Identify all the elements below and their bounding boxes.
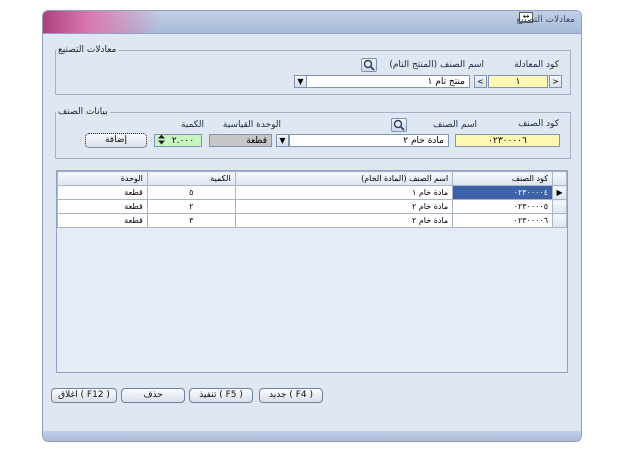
title-decoration (43, 11, 163, 33)
cell-unit[interactable]: قطعة (57, 185, 148, 200)
unit-label: الوحدة القياسية (222, 120, 281, 130)
quantity-spinner[interactable] (155, 134, 168, 147)
item-dropdown-button[interactable]: ▼ (276, 134, 289, 147)
product-name-field[interactable]: منتج تام ١ (305, 75, 470, 88)
prev-equation-button[interactable]: < (474, 75, 487, 88)
cell-item-code[interactable]: ٠٢٣٠٠٠٠٦ (452, 213, 554, 228)
product-search-button[interactable] (361, 58, 377, 72)
delete-button[interactable]: حذف (121, 388, 185, 403)
row-indicator (552, 199, 567, 214)
item-group-legend: بيانات الصنف (58, 107, 108, 117)
window-bottom-bar (43, 431, 581, 441)
unit-field: قطعة (209, 134, 272, 147)
manufacturing-equations-window: ↔ معادلات التصنيع معادلات التصنيع كود ال… (42, 10, 582, 442)
item-name-field[interactable]: مادة خام ٢ (289, 134, 449, 147)
cell-item-name[interactable]: مادة خام ٢ (234, 213, 454, 228)
table-row[interactable]: ٠٢٣٠٠٠٠٦ مادة خام ٢ ٣ قطعة (57, 213, 567, 228)
window-title: معادلات التصنيع (516, 15, 575, 25)
product-name-label: اسم الصنف (المنتج التام) (389, 60, 484, 70)
row-indicator-header (552, 171, 567, 186)
table-row[interactable]: ▶ ٠٢٣٠٠٠٠٤ مادة خام ١ ٥ قطعة (57, 185, 567, 200)
add-item-button[interactable]: إضافة (85, 133, 147, 148)
cell-quantity[interactable]: ٥ (146, 185, 236, 200)
product-dropdown-button[interactable]: ▼ (294, 75, 307, 88)
col-header-item-code[interactable]: كود الصنف (452, 171, 554, 186)
save-button[interactable]: تنفيذ ( F5 ) (189, 388, 253, 403)
cell-item-name[interactable]: مادة خام ١ (234, 185, 454, 200)
cell-item-name[interactable]: مادة خام ٢ (234, 199, 454, 214)
cell-quantity[interactable]: ٣ (146, 213, 236, 228)
search-icon (363, 59, 375, 71)
item-code-label: كود الصنف (518, 119, 559, 129)
table-row[interactable]: ٠٢٣٠٠٠٠٥ مادة خام ٢ ٢ قطعة (57, 199, 567, 214)
equation-group-legend: معادلات التصنيع (58, 45, 117, 55)
new-button[interactable]: جديد ( F4 ) (259, 388, 323, 403)
col-header-item-name[interactable]: اسم الصنف (المادة الخام) (234, 171, 454, 186)
row-indicator (552, 213, 567, 228)
item-code-field[interactable]: ٠٢٣٠٠٠٠٦ (455, 134, 560, 147)
item-name-label: اسم الصنف (433, 120, 477, 130)
spinner-arrows-icon (158, 134, 165, 145)
search-icon (393, 119, 405, 131)
cell-unit[interactable]: قطعة (57, 213, 148, 228)
quantity-label: الكمية (181, 120, 204, 130)
grid-header-row: كود الصنف اسم الصنف (المادة الخام) الكمي… (57, 171, 567, 186)
col-header-unit[interactable]: الوحدة (57, 171, 148, 186)
next-equation-button[interactable]: > (549, 75, 562, 88)
equation-code-field[interactable]: ١ (488, 75, 548, 88)
item-search-button[interactable] (391, 118, 407, 132)
items-table: كود الصنف اسم الصنف (المادة الخام) الكمي… (57, 171, 567, 228)
items-grid[interactable]: كود الصنف اسم الصنف (المادة الخام) الكمي… (56, 170, 568, 373)
close-button[interactable]: اغلاق ( F12 ) (51, 388, 117, 403)
cell-quantity[interactable]: ٢ (146, 199, 236, 214)
cell-unit[interactable]: قطعة (57, 199, 148, 214)
cell-item-code[interactable]: ٠٢٣٠٠٠٠٥ (452, 199, 554, 214)
col-header-quantity[interactable]: الكمية (146, 171, 236, 186)
current-row-indicator: ▶ (552, 185, 567, 200)
cell-item-code[interactable]: ٠٢٣٠٠٠٠٤ (452, 185, 554, 200)
equation-code-label: كود المعادلة (514, 60, 559, 70)
title-bar: ↔ معادلات التصنيع (43, 11, 581, 34)
